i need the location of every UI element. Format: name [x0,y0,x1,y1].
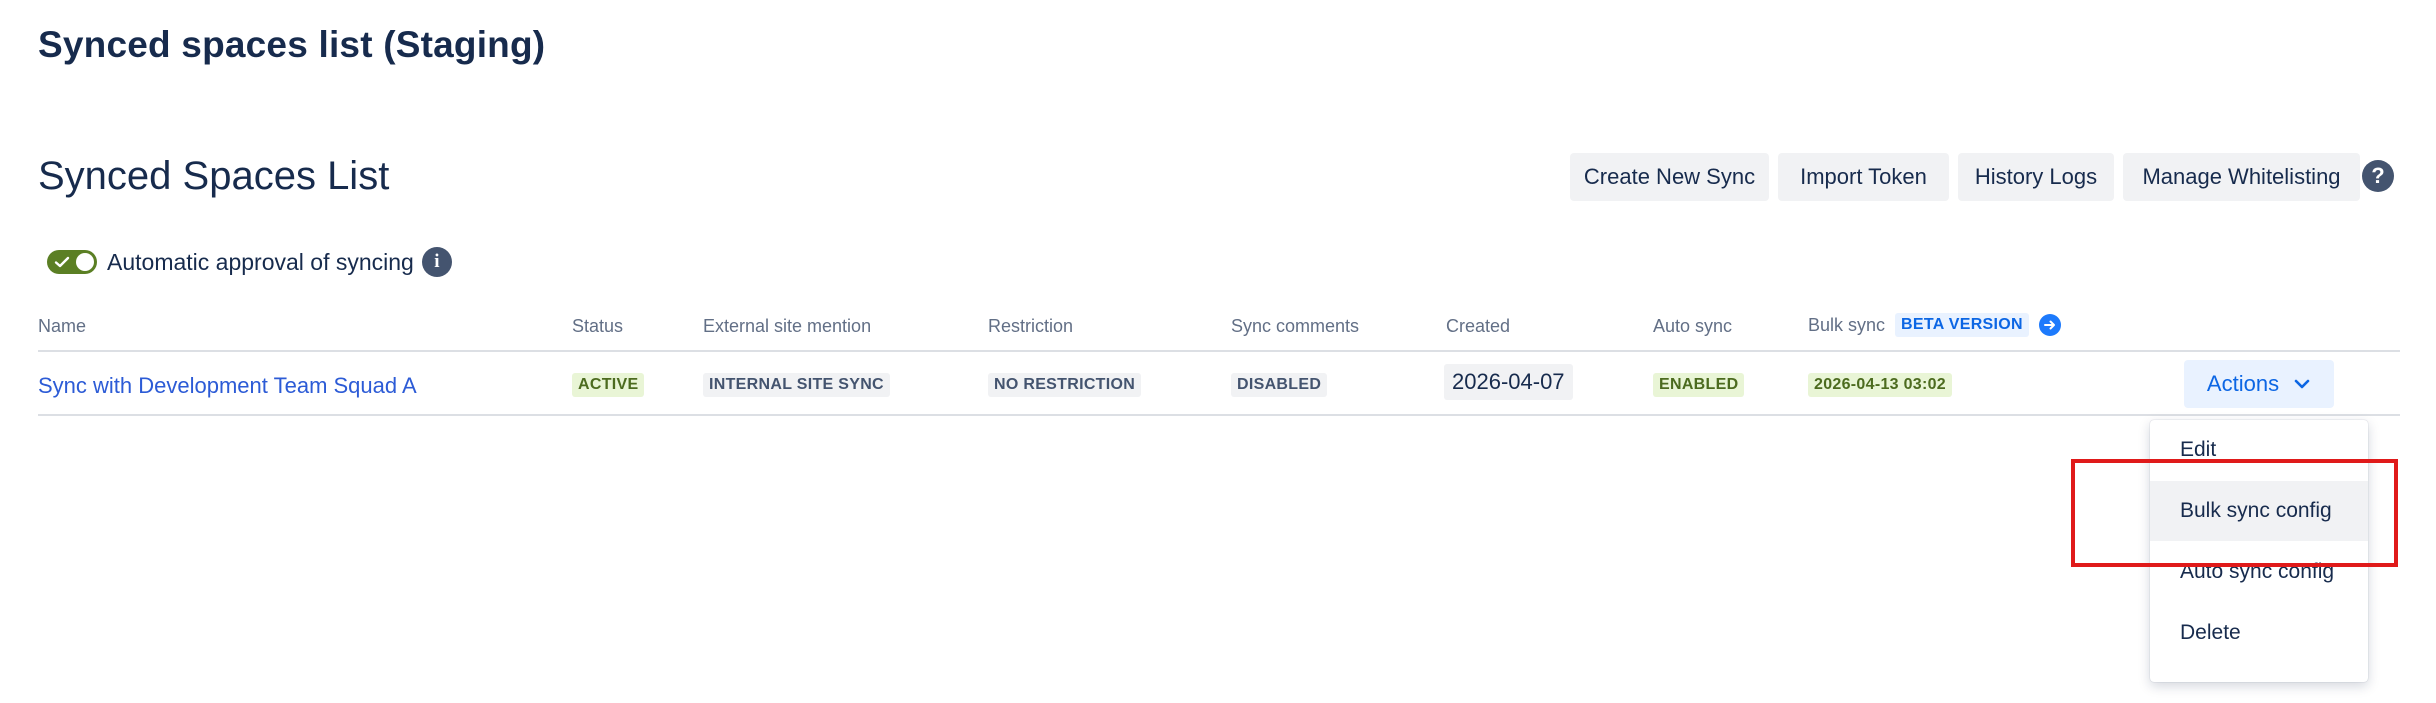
arrow-right-circle-icon[interactable] [2038,314,2061,336]
actions-dropdown-button[interactable]: Actions [2184,360,2334,408]
column-header-restriction[interactable]: Restriction [988,316,1073,337]
bulk-sync-header-label[interactable]: Bulk sync [1808,315,1885,336]
restriction-badge: NO RESTRICTION [988,373,1142,397]
column-header-auto-sync[interactable]: Auto sync [1653,316,1732,337]
column-header-status[interactable]: Status [572,316,623,337]
menu-item-delete[interactable]: Delete [2150,603,2368,663]
column-header-created[interactable]: Created [1446,316,1510,337]
status-badge: ACTIVE [572,373,645,397]
check-icon [54,256,70,268]
created-date: 2026-04-07 [1444,364,1573,400]
create-new-sync-button[interactable]: Create New Sync [1570,153,1769,201]
sync-comments-badge: DISABLED [1231,373,1328,397]
bulk-sync-date-badge: 2026-04-13 03:02 [1808,373,1953,397]
column-header-external[interactable]: External site mention [703,316,871,337]
menu-item-edit[interactable]: Edit [2150,420,2368,480]
chevron-down-icon [2294,379,2310,389]
toggle-knob [76,253,94,271]
column-header-name[interactable]: Name [38,316,86,337]
auto-approval-toggle[interactable] [47,250,97,274]
external-site-badge: INTERNAL SITE SYNC [703,373,890,397]
info-icon[interactable]: i [421,247,452,277]
page-title: Synced spaces list (Staging) [38,24,546,65]
actions-label: Actions [2206,371,2280,396]
actions-menu: Edit Bulk sync config Auto sync config D… [2150,420,2368,682]
history-logs-button[interactable]: History Logs [1958,153,2114,201]
auto-sync-badge: ENABLED [1653,373,1745,397]
auto-approval-label: Automatic approval of syncing [107,248,414,275]
column-header-sync-comments[interactable]: Sync comments [1231,316,1359,337]
beta-version-badge: BETA VERSION [1895,313,2029,337]
manage-whitelisting-button[interactable]: Manage Whitelisting [2123,153,2360,201]
menu-item-bulk-sync-config[interactable]: Bulk sync config [2150,481,2368,541]
section-title: Synced Spaces List [38,154,390,198]
header-divider [38,350,2400,352]
import-token-button[interactable]: Import Token [1778,153,1949,201]
sync-name-link[interactable]: Sync with Development Team Squad A [38,373,417,399]
row-divider [38,414,2400,416]
help-icon[interactable]: ? [2362,160,2394,192]
menu-item-auto-sync-config[interactable]: Auto sync config [2150,542,2368,602]
auto-approval-row: Automatic approval of syncing i [47,247,452,277]
column-header-bulk-sync: Bulk sync BETA VERSION [1808,313,2061,337]
